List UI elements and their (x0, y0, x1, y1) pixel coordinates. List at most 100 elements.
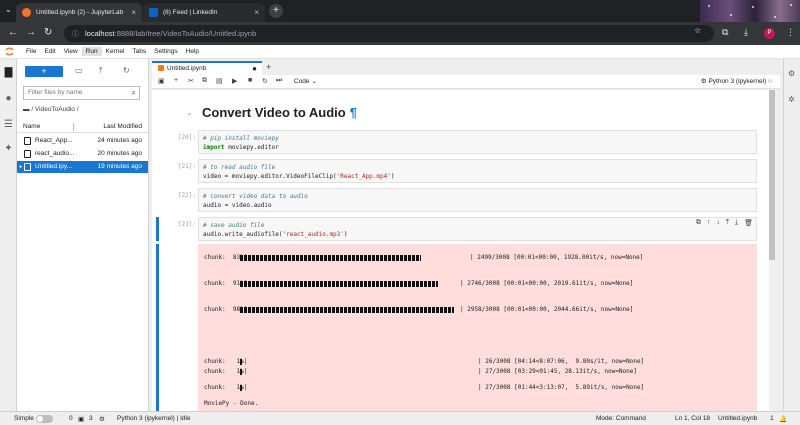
active-output-indicator (156, 244, 159, 411)
forward-icon[interactable]: → (26, 27, 36, 38)
file-row[interactable]: ● Untitled.ipy... 19 minutes ago (17, 161, 148, 173)
insert-below-icon[interactable]: ⤓ (735, 219, 738, 227)
run-icon[interactable]: ▶ (232, 77, 237, 85)
bell-icon[interactable]: 🔔 (779, 415, 787, 423)
move-down-icon[interactable]: ↓ (716, 219, 720, 227)
browser-menu-icon[interactable]: ⋮ (786, 27, 795, 38)
unsaved-dot-icon[interactable]: ● (252, 64, 257, 73)
collapse-heading-icon[interactable]: ⌄ (186, 108, 193, 117)
debugger-icon[interactable]: ✲ (788, 95, 795, 104)
save-icon[interactable]: ▣ (158, 77, 165, 85)
cell-type-select[interactable]: Code ⌄ (294, 77, 317, 85)
site-info-icon[interactable]: ⓘ (72, 29, 79, 39)
file-browser-panel: + ▭ ⤒ ↻ Filter files by name ⌕ ▬ / Video… (17, 59, 149, 411)
status-filename: Untitled.ipynb (718, 415, 758, 422)
code-line: import moviepy.editor (203, 143, 752, 152)
tab-title: (8) Feed | LinkedIn (163, 9, 218, 16)
left-activity-bar: ▇ ● ☰ ✦ (0, 59, 17, 411)
insert-above-icon[interactable]: ⤒ (726, 219, 729, 227)
code-editor[interactable]: # convert video data to audio audio = vid… (198, 188, 757, 212)
profile-avatar[interactable]: P (764, 28, 775, 39)
new-launcher-button[interactable]: + (25, 66, 63, 77)
progress-bar-fill (240, 385, 242, 391)
file-filter-input[interactable]: Filter files by name ⌕ (23, 86, 140, 100)
gear-icon: ⚙ (99, 416, 105, 423)
file-icon (24, 150, 31, 158)
menu-item-kernel[interactable]: Kernel (102, 47, 129, 56)
file-icon (24, 163, 31, 171)
kernel-status-text[interactable]: Python 3 (ipykernel) | Idle (117, 415, 191, 422)
file-row[interactable]: react_audio... 20 minutes ago (17, 148, 148, 160)
extension-manager-icon[interactable]: ✦ (3, 143, 14, 154)
cell-prompt: [20]: (177, 134, 196, 141)
download-icon[interactable]: ⤓ (744, 27, 748, 38)
url-host: localhost (85, 29, 115, 38)
back-icon[interactable]: ← (8, 27, 18, 38)
cursor-position[interactable]: Ln 1, Col 18 (675, 415, 710, 422)
file-modified: 24 minutes ago (97, 137, 142, 144)
reload-icon[interactable]: ↻ (44, 27, 52, 38)
terminal-count[interactable]: 0 (69, 415, 73, 422)
table-of-contents-icon[interactable]: ☰ (3, 119, 14, 130)
heading-anchor-link[interactable]: ¶ (350, 105, 357, 120)
new-tab-button[interactable]: + (269, 4, 283, 18)
browser-tab-linkedin[interactable]: (8) Feed | LinkedIn × (143, 3, 265, 22)
file-modified: 20 minutes ago (97, 150, 142, 157)
column-modified-header[interactable]: Last Modified (103, 123, 142, 130)
running-kernels-icon[interactable]: ● (3, 93, 14, 104)
progress-bar-fill (240, 307, 454, 313)
refresh-icon[interactable]: ↻ (123, 66, 130, 75)
code-line: # convert video data to audio (203, 192, 752, 201)
new-tab-plus-icon[interactable]: + (266, 62, 271, 72)
close-tab-icon[interactable]: × (254, 8, 259, 17)
code-editor[interactable]: # save audio file audio.write_audiofile('… (198, 217, 757, 241)
breadcrumb[interactable]: ▬ / VideoToAudio / (23, 106, 79, 113)
notification-count[interactable]: 1 (770, 415, 774, 422)
run-all-icon[interactable]: ⏭ (276, 77, 282, 85)
menu-item-run[interactable]: Run (81, 47, 102, 56)
column-name-header[interactable]: Name (23, 123, 40, 130)
menu-item-tabs[interactable]: Tabs (128, 47, 150, 56)
extensions-icon[interactable]: ⧉ (722, 27, 728, 38)
scrollbar-thumb[interactable] (769, 90, 775, 260)
simple-mode-toggle[interactable] (36, 415, 53, 423)
duplicate-cell-icon[interactable]: ⧉ (696, 219, 701, 227)
status-bar: Simple 0 ▣ 3 ⚙ Python 3 (ipykernel) | Id… (0, 411, 800, 425)
bookmark-star-icon[interactable]: ☆ (694, 26, 701, 35)
delete-cell-icon[interactable]: 🗑 (744, 219, 753, 227)
menu-item-help[interactable]: Help (182, 47, 203, 56)
stop-icon[interactable]: ■ (248, 77, 252, 84)
paste-icon[interactable]: ▤ (216, 77, 223, 85)
menu-item-file[interactable]: File (22, 47, 40, 56)
upload-icon[interactable]: ⤒ (99, 66, 103, 76)
running-dot-icon: ● (19, 164, 23, 170)
close-tab-icon[interactable]: × (131, 8, 136, 17)
address-bar-row: ← → ↻ ⓘ localhost:8888/lab/tree/VideoToA… (0, 22, 800, 45)
folder-icon: ▬ (23, 106, 30, 113)
menu-item-view[interactable]: View (60, 47, 82, 56)
restart-icon[interactable]: ↻ (262, 77, 268, 85)
heading-text: Convert Video to Audio (202, 105, 346, 120)
folder-icon[interactable]: ▇ (3, 67, 14, 78)
menu-item-edit[interactable]: Edit (40, 47, 59, 56)
url-field[interactable]: ⓘ localhost:8888/lab/tree/VideoToAudio/U… (64, 25, 714, 42)
file-row[interactable]: React_App... 24 minutes ago (17, 135, 148, 147)
code-editor[interactable]: # to read audio file video = moviepy.edit… (198, 159, 757, 183)
insert-cell-icon[interactable]: + (174, 77, 178, 84)
move-up-icon[interactable]: ↑ (707, 219, 711, 227)
tab-search-icon[interactable]: ⌄ (5, 5, 12, 14)
browser-tab-jupyter[interactable]: Untitled.ipynb (2) - JupyterLab × (16, 3, 142, 22)
kernel-count[interactable]: 3 (89, 415, 93, 422)
tab-notebook[interactable]: Untitled.ipynb ● (152, 61, 262, 75)
code-editor[interactable]: # pip install moviepy import moviepy.edit… (198, 130, 757, 154)
progress-stats: | 2499/3008 [00:01<00:00, 1928.00it/s, n… (470, 254, 644, 261)
cut-icon[interactable]: ✂ (188, 77, 194, 85)
kernel-indicator[interactable]: ⚙ Python 3 (ipykernel) ○ (701, 77, 772, 85)
new-folder-icon[interactable]: ▭ (75, 66, 83, 75)
copy-icon[interactable]: ⧉ (202, 77, 207, 85)
property-inspector-icon[interactable]: ⚙ (788, 69, 795, 78)
menu-item-settings[interactable]: Settings (150, 47, 182, 56)
notebook-scrollbar[interactable] (769, 90, 775, 410)
file-browser-toolbar: + ▭ ⤒ ↻ (17, 59, 148, 83)
file-filter-placeholder: Filter files by name (28, 89, 83, 96)
